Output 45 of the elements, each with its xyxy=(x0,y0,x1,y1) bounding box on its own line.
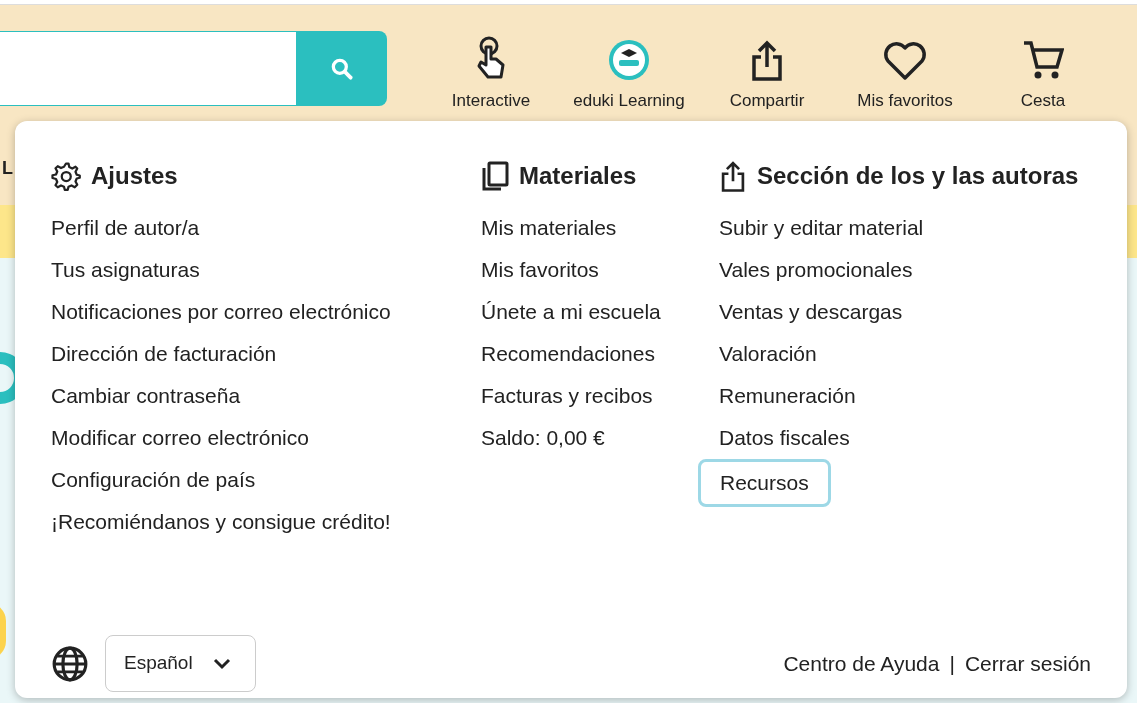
menu-link[interactable]: Vales promocionales xyxy=(719,249,913,291)
language-select[interactable]: Español xyxy=(105,635,256,692)
footer-link[interactable]: Cerrar sesión xyxy=(964,647,1091,680)
menu-link[interactable]: Recursos xyxy=(698,459,831,507)
menu-link[interactable]: Ventas y descargas xyxy=(719,291,903,333)
footer-link[interactable]: Centro de Ayuda xyxy=(783,647,940,680)
gear-icon xyxy=(51,161,81,191)
menu-link[interactable]: Facturas y recibos xyxy=(481,375,653,417)
menu-link[interactable]: Notificaciones por correo electrónico xyxy=(51,291,391,333)
menu-link[interactable]: Tus asignaturas xyxy=(51,249,200,291)
nav-link[interactable]: Mis favoritos xyxy=(836,35,974,113)
menu-link[interactable]: Valoración xyxy=(719,333,817,375)
menu-link[interactable]: ¡Recomiéndanos y consigue crédito! xyxy=(51,501,391,543)
separator: | xyxy=(949,650,955,677)
menu-link[interactable]: Subir y editar material xyxy=(719,207,924,249)
menu-link[interactable]: Mis materiales xyxy=(481,207,617,249)
globe-icon xyxy=(51,644,89,683)
menu-link[interactable]: Recomendaciones xyxy=(481,333,655,375)
menu-link[interactable]: Cambiar contraseña xyxy=(51,375,241,417)
copy-icon xyxy=(481,161,509,191)
section-heading: Ajustes xyxy=(91,161,178,191)
chevron-down-icon xyxy=(212,657,231,670)
menu-link[interactable]: Remuneración xyxy=(719,375,856,417)
menu-link[interactable]: Saldo: 0,00 € xyxy=(481,417,605,459)
menu-link[interactable]: Perfil de autor/a xyxy=(51,207,200,249)
search-field[interactable] xyxy=(0,31,297,106)
menu-link[interactable]: Mis favoritos xyxy=(481,249,599,291)
menu-link[interactable]: Datos fiscales xyxy=(719,417,850,459)
menu-link[interactable]: Dirección de facturación xyxy=(51,333,277,375)
share-icon xyxy=(750,39,784,81)
section-heading: Materiales xyxy=(519,161,637,191)
search-button[interactable] xyxy=(297,31,387,106)
heart-icon xyxy=(882,41,928,81)
menu-link[interactable]: Únete a mi escuela xyxy=(481,291,661,333)
share-icon xyxy=(719,160,747,192)
menu-link[interactable]: Modificar correo electrónico xyxy=(51,417,309,459)
nav-link[interactable]: eduki Learning xyxy=(560,35,698,113)
background-text: L xyxy=(2,157,13,180)
nav-link[interactable]: Interactive xyxy=(422,35,560,113)
nav-link[interactable]: Compartir xyxy=(698,35,836,113)
logo-icon xyxy=(608,39,650,81)
section-heading: Sección de los y las autoras xyxy=(757,161,1079,191)
nav-link[interactable]: Cesta xyxy=(974,35,1112,113)
cart-icon xyxy=(1022,39,1064,81)
menu-link[interactable]: Configuración de país xyxy=(51,459,256,501)
